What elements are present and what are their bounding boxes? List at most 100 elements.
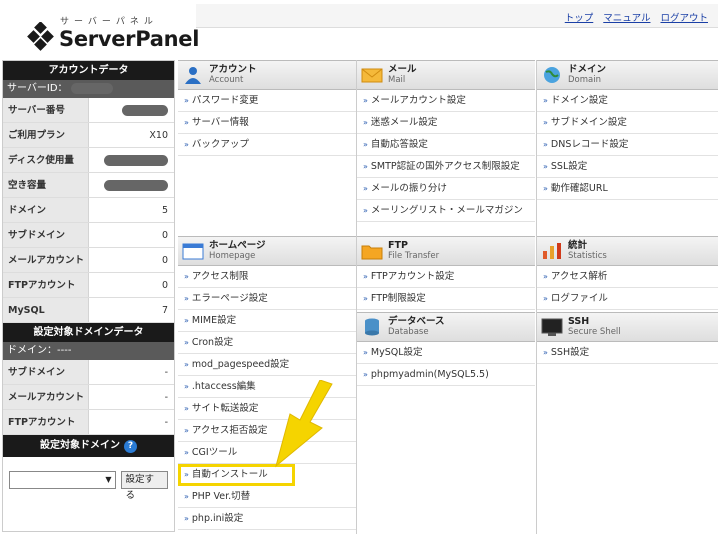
menu-item-homepage[interactable]: » Cron設定 <box>178 332 356 354</box>
logout-link[interactable]: ログアウト <box>660 10 708 24</box>
arrow-bullet-icon: » <box>184 360 189 369</box>
menu-item-domain[interactable]: » 動作確認URL <box>537 178 718 200</box>
ssh-terminal-icon <box>541 318 563 336</box>
arrow-bullet-icon: » <box>184 426 189 435</box>
arrow-bullet-icon: » <box>363 118 368 127</box>
account-data-row: 空き容量 <box>3 173 174 198</box>
main-menu: アカウント Account » パスワード変更» サーバー情報» バックアップ ホームペ… <box>178 60 718 534</box>
ftp-folder-icon <box>361 242 383 260</box>
menu-item-domain[interactable]: » ドメイン設定 <box>537 90 718 112</box>
menu-item-account[interactable]: » パスワード変更 <box>178 90 356 112</box>
arrow-bullet-icon: » <box>363 184 368 193</box>
arrow-bullet-icon: » <box>543 294 548 303</box>
section-ssh: SSH Secure Shell » SSH設定 <box>537 312 718 364</box>
database-icon <box>361 318 383 336</box>
menu-item-label: アクセス拒否設定 <box>191 425 268 436</box>
row-value <box>89 173 174 197</box>
section-header-homepage: ホームページ Homepage <box>178 236 356 266</box>
arrow-bullet-icon: » <box>543 96 548 105</box>
arrow-bullet-icon: » <box>184 294 189 303</box>
menu-item-label: サブドメイン設定 <box>550 117 627 128</box>
row-value: - <box>164 367 168 378</box>
domain-data-row: サブドメイン - <box>3 360 174 385</box>
menu-item-mail[interactable]: » 自動応答設定 <box>357 134 535 156</box>
account-data-row: メールアカウント 0 <box>3 248 174 273</box>
row-label: サブドメイン <box>3 360 89 384</box>
menu-item-mail[interactable]: » 迷惑メール設定 <box>357 112 535 134</box>
menu-item-label: SMTP認証の国外アクセス制限設定 <box>370 161 520 172</box>
menu-item-ftp[interactable]: » FTP制限設定 <box>357 288 535 310</box>
menu-item-ssh[interactable]: » SSH設定 <box>537 342 718 364</box>
server-id-row: サーバーID： <box>3 80 174 98</box>
section-header-ssh: SSH Secure Shell <box>537 312 718 342</box>
logo[interactable]: サーバーパネル ServerPanel <box>2 4 199 56</box>
section-title: FTP <box>388 240 408 251</box>
domain-data-title: 設定対象ドメインデータ <box>3 323 174 342</box>
menu-item-ftp[interactable]: » FTPアカウント設定 <box>357 266 535 288</box>
menu-item-database[interactable]: » phpmyadmin(MySQL5.5) <box>357 364 535 386</box>
menu-item-mail[interactable]: » SMTP認証の国外アクセス制限設定 <box>357 156 535 178</box>
menu-item-homepage[interactable]: » エラーページ設定 <box>178 288 356 310</box>
account-data-row: ディスク使用量 <box>3 148 174 173</box>
arrow-bullet-icon: » <box>543 118 548 127</box>
menu-item-label: FTPアカウント設定 <box>370 271 455 282</box>
section-subtitle: Domain <box>568 75 601 85</box>
arrow-bullet-icon: » <box>184 140 189 149</box>
menu-item-label: 自動インストール <box>191 469 268 480</box>
menu-item-mail[interactable]: » メーリングリスト・メールマガジン <box>357 200 535 222</box>
top-bar: トップ マニュアル ログアウト <box>196 4 718 28</box>
menu-item-label: サーバー情報 <box>191 117 249 128</box>
row-value <box>89 98 174 122</box>
section-header-account: アカウント Account <box>178 60 356 90</box>
menu-item-account[interactable]: » バックアップ <box>178 134 356 156</box>
account-data-row: MySQL 7 <box>3 298 174 323</box>
domain-select[interactable]: ▼ <box>9 471 116 489</box>
section-header-ftp: FTP File Transfer <box>357 236 535 266</box>
menu-item-domain[interactable]: » サブドメイン設定 <box>537 112 718 134</box>
set-domain-button[interactable]: 設定する <box>120 471 168 501</box>
menu-item-label: Cron設定 <box>191 337 234 348</box>
menu-item-domain[interactable]: » SSL設定 <box>537 156 718 178</box>
menu-item-homepage[interactable]: » mod_pagespeed設定 <box>178 354 356 376</box>
logo-text: ServerPanel <box>59 27 200 51</box>
menu-item-mail[interactable]: » メールアカウント設定 <box>357 90 535 112</box>
section-title: ホームページ <box>209 240 266 251</box>
section-subtitle: Mail <box>388 75 406 85</box>
menu-item-label: PHP Ver.切替 <box>191 491 251 502</box>
arrow-bullet-icon: » <box>184 404 189 413</box>
section-header-domain: ドメイン Domain <box>537 60 718 90</box>
mail-icon <box>361 66 383 84</box>
menu-item-stats[interactable]: » アクセス解析 <box>537 266 718 288</box>
row-value: 0 <box>161 230 168 241</box>
arrow-bullet-icon: » <box>184 96 189 105</box>
section-header-stats: 統計 Statistics <box>537 236 718 266</box>
menu-item-homepage[interactable]: » PHP Ver.切替 <box>178 486 356 508</box>
manual-link[interactable]: マニュアル <box>603 10 650 24</box>
menu-item-homepage[interactable]: » php.ini設定 <box>178 508 356 530</box>
menu-item-homepage[interactable]: » アクセス制限 <box>178 266 356 288</box>
arrow-bullet-icon: » <box>184 118 189 127</box>
menu-item-label: 動作確認URL <box>550 183 608 194</box>
menu-item-stats[interactable]: » ログファイル <box>537 288 718 310</box>
section-subtitle: Account <box>209 75 244 85</box>
section-title: ドメイン <box>568 64 607 75</box>
header: サーバーパネル ServerPanel トップ マニュアル ログアウト <box>0 0 720 60</box>
help-icon[interactable]: ? <box>124 440 137 453</box>
arrow-bullet-icon: » <box>543 272 548 281</box>
section-stats: 統計 Statistics » アクセス解析» ログファイル <box>537 236 718 312</box>
section-subtitle: File Transfer <box>388 251 440 261</box>
menu-item-database[interactable]: » MySQL設定 <box>357 342 535 364</box>
menu-item-domain[interactable]: » DNSレコード設定 <box>537 134 718 156</box>
menu-item-homepage[interactable]: » MIME設定 <box>178 310 356 332</box>
menu-item-label: php.ini設定 <box>191 513 244 524</box>
account-data-row: ドメイン 5 <box>3 198 174 223</box>
arrow-bullet-icon: » <box>184 316 189 325</box>
arrow-bullet-icon: » <box>363 272 368 281</box>
section-title: アカウント <box>209 64 257 75</box>
menu-item-account[interactable]: » サーバー情報 <box>178 112 356 134</box>
menu-item-label: バックアップ <box>191 139 249 150</box>
top-link[interactable]: トップ <box>565 10 594 24</box>
masked-value <box>104 155 168 166</box>
menu-item-mail[interactable]: » メールの振り分け <box>357 178 535 200</box>
menu-item-label: メールの振り分け <box>370 183 447 194</box>
